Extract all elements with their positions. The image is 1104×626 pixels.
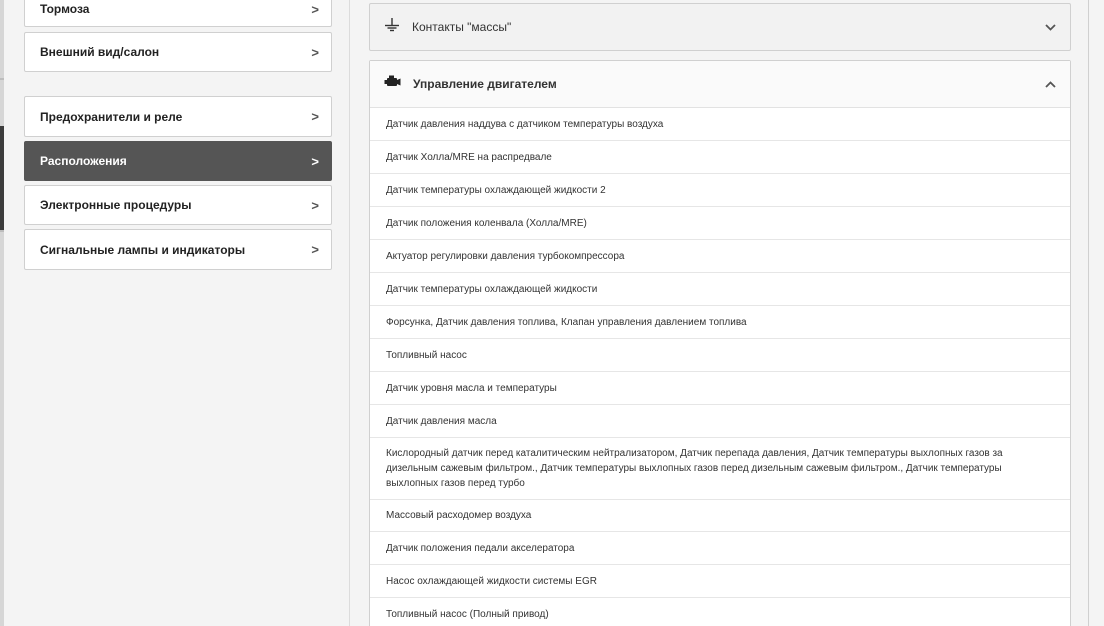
sidebar-item-exterior-interior[interactable]: Внешний вид/салон > (24, 32, 332, 72)
main-content: Контакты "массы" Управление двигателем Д… (351, 0, 1104, 626)
panel-engine-management: Управление двигателем Датчик давления на… (369, 60, 1071, 626)
list-item[interactable]: Датчик давления масла (370, 405, 1070, 438)
chevron-down-icon[interactable] (1044, 21, 1056, 33)
list-item[interactable]: Насос охлаждающей жидкости системы EGR (370, 565, 1070, 598)
list-item[interactable]: Топливный насос (Полный привод) (370, 598, 1070, 626)
sidebar-item-label: Расположения (40, 154, 127, 168)
list-item[interactable]: Датчик положения педали акселератора (370, 532, 1070, 565)
list-item[interactable]: Кислородный датчик перед каталитическим … (370, 438, 1070, 500)
list-item[interactable]: Датчик температуры охлаждающей жидкости (370, 273, 1070, 306)
sidebar-item-locations[interactable]: Расположения > (24, 141, 332, 181)
sidebar-item-brakes[interactable]: Тормоза > (24, 0, 332, 27)
ground-icon (384, 17, 400, 37)
panel-ground-contacts[interactable]: Контакты "массы" (369, 3, 1071, 51)
list-item[interactable]: Датчик Холла/MRE на распредвале (370, 141, 1070, 174)
list-item[interactable]: Актуатор регулировки давления турбокомпр… (370, 240, 1070, 273)
sidebar-item-label: Электронные процедуры (40, 198, 192, 212)
chevron-right-icon: > (311, 44, 319, 60)
panel-title: Управление двигателем (413, 77, 557, 91)
chevron-right-icon: > (311, 1, 319, 17)
sidebar-item-label: Тормоза (40, 2, 90, 16)
sidebar-item-electronic-procedures[interactable]: Электронные процедуры > (24, 185, 332, 225)
sidebar-item-label: Предохранители и реле (40, 109, 183, 124)
sidebar-item-warning-lamps[interactable]: Сигнальные лампы и индикаторы > (24, 229, 332, 270)
sidebar-item-label: Сигнальные лампы и индикаторы (40, 242, 246, 257)
chevron-right-icon: > (311, 242, 319, 257)
chevron-right-icon: > (311, 197, 319, 213)
list-item[interactable]: Форсунка, Датчик давления топлива, Клапа… (370, 306, 1070, 339)
list-item[interactable]: Топливный насос (370, 339, 1070, 372)
component-list: Датчик давления наддува с датчиком темпе… (370, 108, 1070, 626)
panel-header[interactable]: Управление двигателем (370, 61, 1070, 108)
list-item[interactable]: Датчик положения коленвала (Холла/MRE) (370, 207, 1070, 240)
chevron-up-icon[interactable] (1044, 78, 1056, 90)
chevron-right-icon: > (311, 109, 319, 124)
list-item[interactable]: Датчик температуры охлаждающей жидкости … (370, 174, 1070, 207)
sidebar-item-fuses-relays[interactable]: Предохранители и реле > (24, 96, 332, 137)
list-item[interactable]: Массовый расходомер воздуха (370, 500, 1070, 532)
scrollbar-track[interactable] (1088, 0, 1089, 626)
sidebar-item-label: Внешний вид/салон (40, 45, 160, 59)
engine-icon (384, 75, 401, 93)
panel-title: Контакты "массы" (412, 20, 512, 34)
list-item[interactable]: Датчик уровня масла и температуры (370, 372, 1070, 405)
sidebar: Тормоза > Внешний вид/салон > Предохрани… (4, 0, 350, 626)
chevron-right-icon: > (311, 153, 319, 169)
list-item[interactable]: Датчик давления наддува с датчиком темпе… (370, 108, 1070, 141)
